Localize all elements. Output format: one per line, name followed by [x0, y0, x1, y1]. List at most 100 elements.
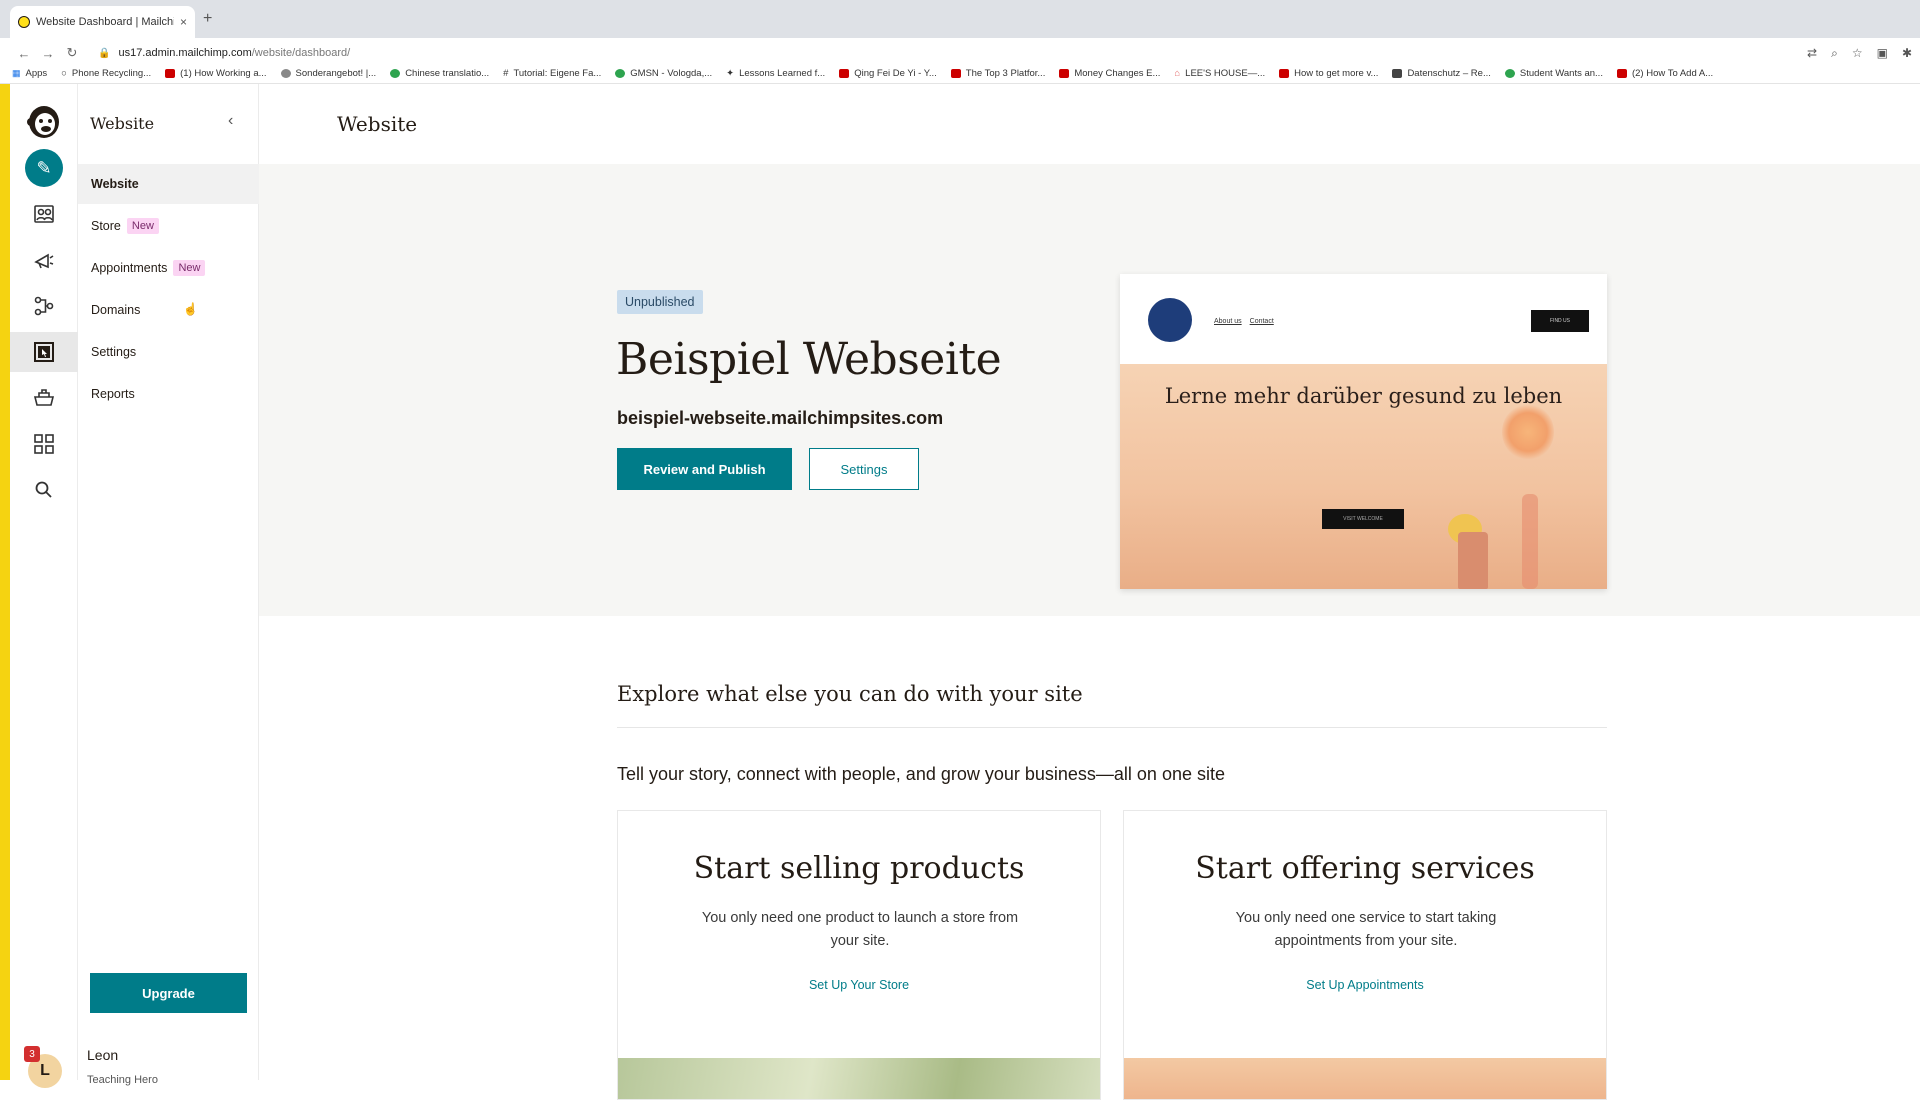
site-icon	[615, 69, 626, 78]
browser-tab-bar: Website Dashboard | Mailchim × +	[0, 0, 1920, 38]
site-icon	[1392, 69, 1403, 78]
review-and-publish-button[interactable]: Review and Publish	[617, 448, 792, 490]
new-tab-button[interactable]: +	[203, 10, 212, 28]
card-description: You only need one product to launch a st…	[701, 910, 1019, 949]
set-up-store-link[interactable]: Set Up Your Store	[618, 978, 1100, 992]
divider	[617, 727, 1607, 728]
site-icon	[1504, 69, 1515, 78]
sidebar-item-appointments[interactable]: Appointments New	[78, 248, 259, 288]
forward-arrow-icon[interactable]: →	[36, 46, 60, 61]
bookmark-item[interactable]: Qing Fei De Yi - Y...	[839, 68, 937, 79]
bookmark-item[interactable]: Chinese translatio...	[390, 68, 489, 79]
preview-cta-button: VISIT WELCOME	[1322, 509, 1404, 529]
audience-icon[interactable]	[24, 194, 64, 234]
account-menu[interactable]: 3 L	[24, 1046, 64, 1088]
preview-header: About us Contact FIND US	[1120, 274, 1607, 364]
new-badge: New	[126, 218, 159, 234]
create-icon[interactable]: ✎	[24, 148, 64, 188]
bookmark-item[interactable]: Student Wants an...	[1504, 68, 1603, 79]
bookmark-item[interactable]: ▦ Apps	[12, 68, 47, 79]
bookmark-item[interactable]: # Tutorial: Eigene Fa...	[503, 68, 601, 79]
youtube-icon	[1616, 69, 1627, 78]
bookmark-item[interactable]: How to get more v...	[1279, 68, 1378, 79]
youtube-icon	[950, 69, 961, 78]
mailchimp-logo-icon[interactable]	[21, 98, 67, 144]
url-domain: us17.admin.mailchimp.com	[118, 47, 252, 59]
upgrade-button[interactable]: Upgrade	[90, 973, 247, 1013]
translate-icon[interactable]: ⇄	[1807, 46, 1817, 61]
site-icon	[280, 69, 291, 78]
sidebar-item-label: Store	[91, 219, 121, 233]
new-badge: New	[173, 260, 206, 276]
youtube-icon	[1059, 69, 1070, 78]
automations-icon[interactable]	[24, 286, 64, 326]
main-content: Website Unpublished Beispiel Webseite be…	[259, 84, 1920, 1100]
content-studio-icon[interactable]	[24, 378, 64, 418]
mailchimp-app: ✎ 3 L Website ‹ Website Store New Appoin…	[0, 84, 1920, 1100]
sidebar-item-label: Reports	[91, 387, 135, 401]
bookmark-item[interactable]: ✦ Lessons Learned f...	[726, 68, 825, 79]
integrations-grid-icon[interactable]	[24, 424, 64, 464]
preview-header-button: FIND US	[1531, 310, 1589, 332]
bookmark-item[interactable]: The Top 3 Platfor...	[950, 68, 1045, 79]
search-icon[interactable]	[24, 470, 64, 510]
zoom-icon[interactable]: ⌕	[1831, 46, 1838, 61]
url-path: /website/dashboard/	[251, 47, 351, 59]
site-hero-panel: Unpublished Beispiel Webseite beispiel-w…	[259, 164, 1920, 616]
sidebar-item-label: Settings	[91, 345, 137, 359]
bookmarks-bar: ▦ Apps ○ Phone Recycling... (1) How Workin…	[0, 64, 1920, 84]
card-image	[618, 1058, 1100, 1099]
bookmark-item[interactable]: Datenschutz – Re...	[1392, 68, 1491, 79]
sidebar-item-reports[interactable]: Reports	[78, 374, 259, 414]
tab-close-icon[interactable]: ×	[180, 15, 187, 29]
bookmark-item[interactable]: (2) How To Add A...	[1616, 68, 1713, 79]
site-icon	[390, 69, 401, 78]
services-card: Start offering services You only need on…	[1123, 810, 1607, 1100]
site-icon: ⌂	[1174, 68, 1181, 79]
lock-icon: 🔒	[98, 47, 111, 59]
bookmark-item[interactable]: Money Changes E...	[1059, 68, 1160, 79]
sidebar-item-label: Website	[91, 177, 139, 191]
site-name: Beispiel Webseite	[616, 334, 1002, 385]
sidebar-item-settings[interactable]: Settings	[78, 332, 259, 372]
collapse-chevron-left-icon[interactable]: ‹	[228, 112, 233, 130]
card-image	[1124, 1058, 1606, 1099]
website-icon[interactable]	[10, 332, 78, 372]
back-arrow-icon[interactable]: ←	[12, 46, 36, 61]
youtube-icon	[1279, 69, 1290, 78]
bookmark-item[interactable]: Sonderangebot! |...	[280, 68, 376, 79]
site-icon: ✦	[726, 68, 735, 79]
reload-icon[interactable]: ↻	[60, 45, 84, 61]
url-field[interactable]: us17.admin.mailchimp.com/website/dashboa…	[118, 47, 350, 59]
preview-vase	[1522, 494, 1538, 589]
site-url[interactable]: beispiel-webseite.mailchimpsites.com	[617, 408, 943, 429]
campaigns-icon[interactable]	[24, 240, 64, 280]
search-icon: ○	[61, 68, 67, 79]
status-badge: Unpublished	[617, 290, 703, 314]
hash-icon: #	[503, 68, 509, 79]
set-up-appointments-link[interactable]: Set Up Appointments	[1124, 978, 1606, 992]
icon-rail: ✎ 3 L	[10, 84, 78, 1088]
settings-button[interactable]: Settings	[809, 448, 919, 490]
card-title: Start offering services	[1195, 851, 1535, 886]
bookmark-item[interactable]: ⌂ LEE'S HOUSE—...	[1174, 68, 1265, 79]
bookmark-item[interactable]: ○ Phone Recycling...	[61, 68, 151, 79]
explore-subheading: Tell your story, connect with people, an…	[617, 764, 1225, 784]
store-card: Start selling products You only need one…	[617, 810, 1101, 1100]
browser-tab[interactable]: Website Dashboard | Mailchim ×	[10, 6, 195, 38]
preview-logo	[1148, 298, 1192, 342]
sidebar-item-domains[interactable]: Domains	[78, 290, 259, 330]
extension-icon[interactable]: ▣	[1877, 46, 1888, 61]
bookmark-star-icon[interactable]: ☆	[1852, 46, 1863, 61]
sidebar-item-store[interactable]: Store New	[78, 206, 259, 246]
bookmark-item[interactable]: (1) How Working a...	[165, 68, 267, 79]
site-preview-thumbnail[interactable]: About us Contact FIND US Lerne mehr darü…	[1120, 274, 1607, 589]
sidebar-item-website[interactable]: Website	[78, 164, 259, 204]
puzzle-icon[interactable]: ✱	[1902, 46, 1912, 61]
card-title: Start selling products	[693, 851, 1025, 886]
youtube-icon	[165, 69, 176, 78]
bookmark-item[interactable]: GMSN - Vologda,...	[615, 68, 712, 79]
brand-edge	[0, 84, 10, 1080]
website-sidebar: Website ‹ Website Store New Appointments…	[78, 84, 259, 1086]
user-name[interactable]: Leon	[87, 1047, 118, 1063]
